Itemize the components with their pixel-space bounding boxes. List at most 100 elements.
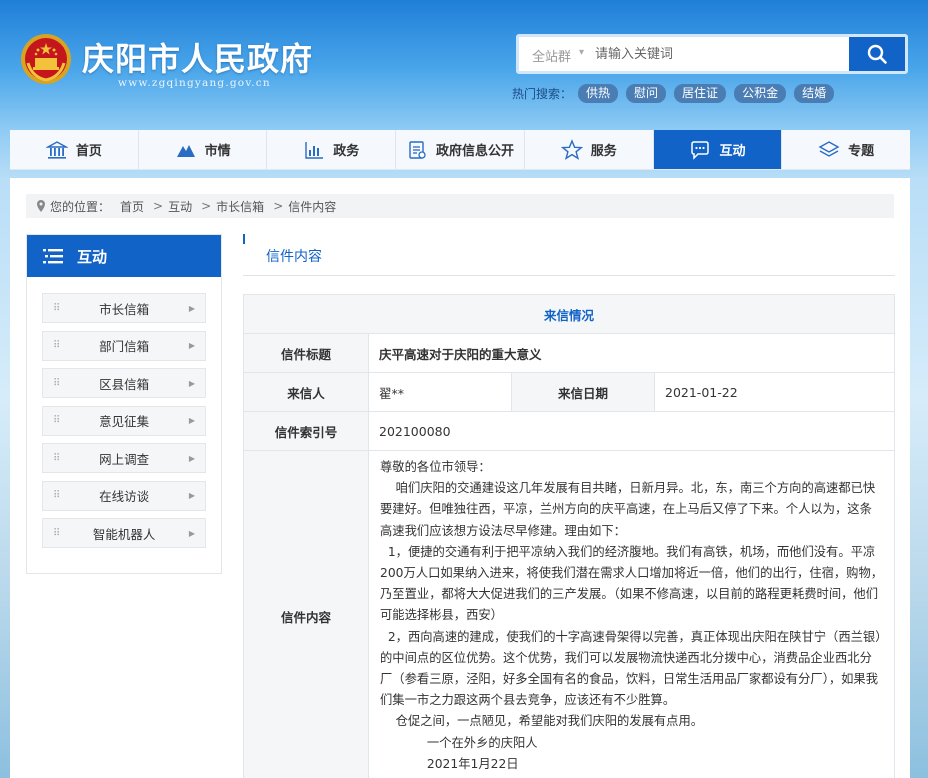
sender-label: 来信人 bbox=[243, 372, 369, 412]
site-header: 庆阳市人民政府 www.zgqingyang.gov.cn 全站群 ▾ 热门搜索… bbox=[0, 0, 928, 130]
chat-icon bbox=[691, 140, 710, 160]
content-header: 信件内容 bbox=[243, 234, 895, 276]
accent-bar bbox=[243, 234, 245, 244]
hot-search-label: 热门搜索： bbox=[512, 87, 573, 101]
letter-signature: 一个在外乡的庆阳人 bbox=[380, 735, 538, 750]
breadcrumb-separator: > bbox=[273, 199, 284, 213]
nav-label: 政府信息公开 bbox=[436, 144, 515, 159]
search-box: 全站群 ▾ bbox=[516, 34, 908, 74]
letter-signature-date: 2021年1月22日 bbox=[380, 756, 519, 771]
sidebar-item-online-interview[interactable]: ⠿ 在线访谈 ▶ bbox=[42, 480, 206, 511]
date-label: 来信日期 bbox=[511, 372, 655, 412]
letter-paragraph: 仓促之间，一点陋见，希望能对我们庆阳的发展有点用。 bbox=[380, 714, 704, 729]
caret-right-icon: ▶ bbox=[188, 341, 195, 350]
letter-index: 202100080 bbox=[368, 411, 895, 451]
sidebar-item-online-survey[interactable]: ⠿ 网上调查 ▶ bbox=[42, 443, 206, 473]
letter-date: 2021-01-22 bbox=[654, 372, 895, 412]
hot-tag[interactable]: 公积金 bbox=[734, 84, 787, 103]
caret-right-icon: ▶ bbox=[188, 528, 195, 538]
letter-subject: 庆平高速对于庆阳的重大意义 bbox=[368, 333, 895, 373]
caret-right-icon: ▶ bbox=[188, 491, 195, 500]
nav-label: 市情 bbox=[204, 144, 231, 159]
breadcrumb-separator: > bbox=[201, 199, 212, 213]
letter-sender: 翟** bbox=[368, 372, 512, 412]
caret-right-icon: ▶ bbox=[188, 416, 195, 425]
breadcrumb-separator: > bbox=[153, 199, 164, 213]
breadcrumb: 您的位置： 首页 > 互动 > 市长信箱 > 信件内容 bbox=[26, 194, 894, 218]
chevron-down-icon[interactable]: ▾ bbox=[579, 47, 584, 58]
sidebar-item-mayor-mailbox[interactable]: ⠿ 市长信箱 ▶ bbox=[42, 293, 206, 323]
search-button[interactable] bbox=[849, 37, 905, 71]
search-scope-select[interactable]: 全站群 bbox=[532, 46, 571, 65]
museum-icon bbox=[45, 140, 68, 159]
document-icon bbox=[409, 140, 426, 159]
site-title[interactable]: 庆阳市人民政府 bbox=[82, 34, 313, 80]
sidebar-title: 互动 bbox=[77, 247, 108, 266]
sidebar-item-label: 市长信箱 bbox=[99, 301, 150, 317]
sidebar-item-label: 区县信箱 bbox=[99, 376, 150, 392]
sidebar-item-label: 意见征集 bbox=[99, 414, 150, 429]
breadcrumb-current: 信件内容 bbox=[288, 199, 337, 214]
nav-item-city[interactable]: 市情 bbox=[139, 130, 268, 169]
sidebar-item-label: 网上调查 bbox=[99, 451, 150, 467]
nav-item-government[interactable]: 政务 bbox=[267, 130, 397, 169]
body-label: 信件内容 bbox=[243, 449, 369, 778]
sidebar-item-label: 在线访谈 bbox=[99, 489, 150, 504]
nav-label: 专题 bbox=[848, 144, 875, 159]
main-panel: 您的位置： 首页 > 互动 > 市长信箱 > 信件内容 互动 ⠿ 市长信箱 ▶ ⠿ 部… bbox=[10, 178, 910, 778]
index-label: 信件索引号 bbox=[243, 411, 369, 451]
hot-search: 热门搜索： 供热 慰问 居住证 公积金 结婚 bbox=[512, 84, 842, 103]
sidebar-item-department-mailbox[interactable]: ⠿ 部门信箱 ▶ bbox=[42, 330, 206, 361]
mountain-icon bbox=[176, 144, 195, 157]
nav-item-home[interactable]: 首页 bbox=[10, 130, 139, 169]
sidebar-item-smart-robot[interactable]: ⠿ 智能机器人 ▶ bbox=[42, 518, 206, 548]
nav-label: 服务 bbox=[590, 144, 617, 159]
sidebar-item-label: 智能机器人 bbox=[92, 526, 156, 542]
list-icon bbox=[43, 249, 63, 264]
breadcrumb-link-mayor-mailbox[interactable]: 市长信箱 bbox=[216, 198, 264, 215]
grip-icon: ⠿ bbox=[53, 302, 60, 314]
location-pin-icon bbox=[37, 200, 45, 212]
section-title: 来信情况 bbox=[243, 294, 895, 334]
chart-icon bbox=[305, 141, 324, 159]
letter-paragraph: 1，便捷的交通有利于把平凉纳入我们的经济腹地。我们有高铁，机场，而他们没有。平凉… bbox=[380, 544, 884, 623]
sidebar: 互动 ⠿ 市长信箱 ▶ ⠿ 部门信箱 ▶ ⠿ 区县信箱 ▶ ⠿ 意见征集 ▶ ⠿ 网上调查 ▶ ⠿ 在… bbox=[26, 234, 222, 574]
hot-tag[interactable]: 慰问 bbox=[626, 84, 667, 103]
letter-paragraph: 2，西向高速的建成，使我们的十字高速骨架得以完善，真正体现出庆阳在陕甘宁（西兰银… bbox=[380, 629, 882, 708]
letter-table: 来信情况 信件标题 庆平高速对于庆阳的重大意义 来信人 翟** 来信日期 202… bbox=[243, 294, 895, 778]
table-row: 信件索引号 202100080 bbox=[243, 411, 895, 451]
grip-icon: ⠿ bbox=[53, 340, 60, 351]
table-row: 来信人 翟** 来信日期 2021-01-22 bbox=[243, 372, 895, 412]
hot-tag[interactable]: 结婚 bbox=[794, 84, 835, 103]
grip-icon: ⠿ bbox=[53, 527, 60, 539]
breadcrumb-link-home[interactable]: 首页 bbox=[120, 198, 144, 215]
nav-item-service[interactable]: 服务 bbox=[525, 130, 654, 169]
caret-right-icon: ▶ bbox=[188, 378, 195, 388]
site-domain: www.zgqingyang.gov.cn bbox=[118, 77, 271, 89]
star-icon bbox=[560, 138, 583, 160]
main-nav: 首页 市情 政务 政府信息公开 服务 互动 专题 bbox=[10, 130, 910, 170]
subject-label: 信件标题 bbox=[243, 333, 369, 373]
letter-paragraph: 咱们庆阳的交通建设这几年发展有目共睹，日新月异。北，东，南三个方向的高速都已快要… bbox=[380, 481, 876, 538]
table-row: 来信情况 bbox=[243, 294, 895, 334]
grip-icon: ⠿ bbox=[53, 377, 60, 389]
nav-item-interaction[interactable]: 互动 bbox=[653, 130, 783, 169]
hot-tag[interactable]: 居住证 bbox=[674, 84, 727, 103]
nav-label: 互动 bbox=[719, 144, 746, 159]
caret-right-icon: ▶ bbox=[188, 303, 195, 313]
sidebar-item-label: 部门信箱 bbox=[99, 339, 150, 354]
sidebar-item-opinion-collection[interactable]: ⠿ 意见征集 ▶ bbox=[42, 405, 206, 436]
letter-body: 尊敬的各位市领导： 咱们庆阳的交通建设这几年发展有目共睹，日新月异。北，东，南三… bbox=[368, 449, 895, 778]
nav-item-topics[interactable]: 专题 bbox=[782, 130, 910, 169]
search-input[interactable] bbox=[595, 43, 845, 65]
hot-tag[interactable]: 供热 bbox=[578, 84, 619, 103]
search-icon bbox=[867, 44, 887, 64]
national-emblem-icon bbox=[21, 34, 71, 84]
sidebar-list: ⠿ 市长信箱 ▶ ⠿ 部门信箱 ▶ ⠿ 区县信箱 ▶ ⠿ 意见征集 ▶ ⠿ 网上调查 ▶ ⠿ 在线访谈… bbox=[27, 277, 221, 548]
sidebar-item-county-mailbox[interactable]: ⠿ 区县信箱 ▶ bbox=[42, 368, 206, 398]
nav-item-info-disclosure[interactable]: 政府信息公开 bbox=[396, 130, 525, 169]
letter-paragraph: 尊敬的各位市领导： bbox=[380, 460, 491, 474]
layers-icon bbox=[818, 140, 840, 157]
caret-right-icon: ▶ bbox=[188, 453, 195, 463]
breadcrumb-link-interaction[interactable]: 互动 bbox=[168, 198, 192, 215]
